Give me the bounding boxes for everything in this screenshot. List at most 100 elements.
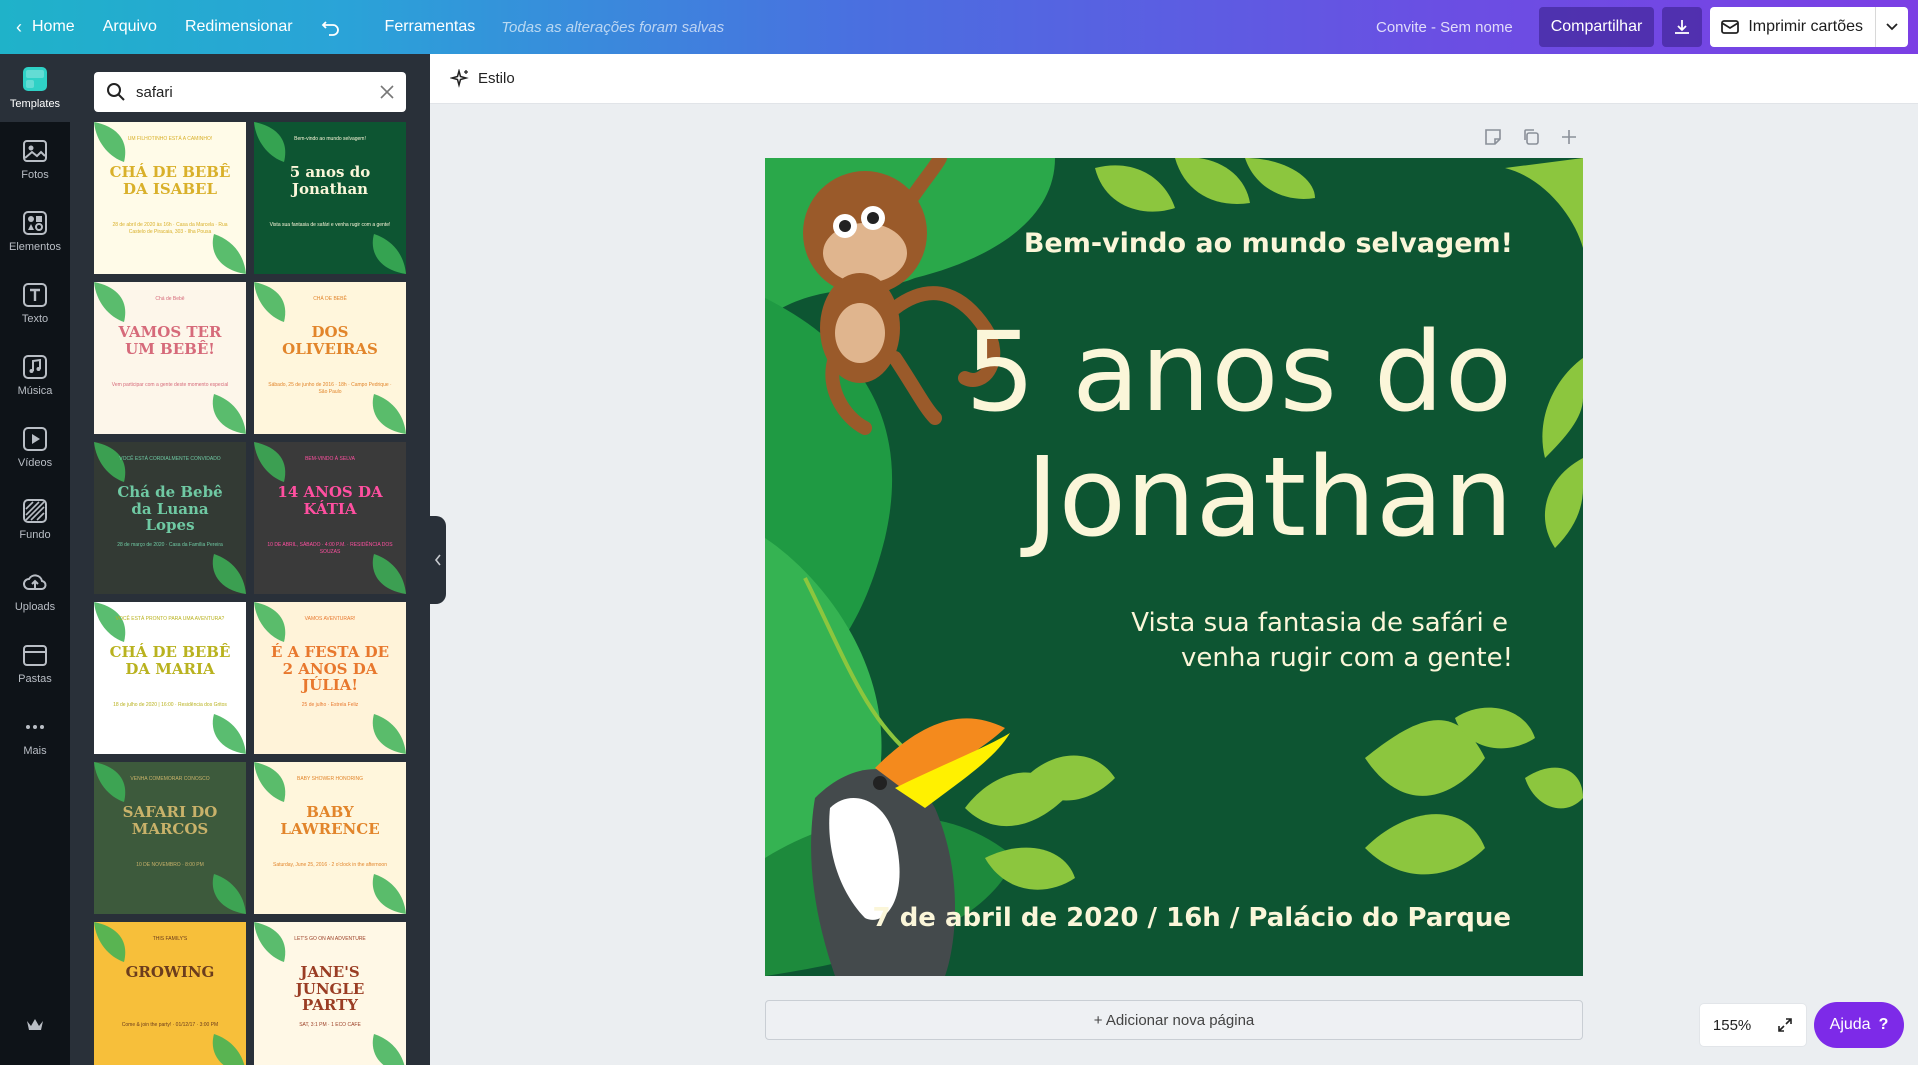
card-date-text[interactable]: 7 de abril de 2020 / 16h / Palácio do Pa… (873, 903, 1511, 933)
template-thumbnail[interactable]: BABY SHOWER HONORING BABY LAWRENCE Saturda… (254, 762, 406, 914)
template-thumbnail[interactable]: VOCÊ ESTÁ PRONTO PARA UMA AVENTURA? CHÁ D… (94, 602, 246, 754)
thumbnail-kicker: VAMOS AVENTURAR! (304, 616, 356, 622)
nav-label: Mais (23, 745, 47, 757)
thumbnail-title: Chá de Bebê da Luana Lopes (117, 483, 223, 534)
home-button[interactable]: ‹ Home (0, 0, 89, 54)
style-button[interactable]: Estilo (450, 68, 515, 89)
premium-crown[interactable] (0, 994, 70, 1062)
crown-icon (27, 1019, 43, 1030)
save-status: Todas as alterações foram salvas (501, 18, 725, 36)
nav-fotos[interactable]: Fotos (0, 126, 70, 194)
template-thumbnail[interactable]: Bem-vindo ao mundo selvagem! 5 anos do Jo… (254, 122, 406, 274)
print-cards-button[interactable]: Imprimir cartões (1710, 7, 1908, 47)
note-icon[interactable] (1484, 128, 1502, 146)
help-label: Ajuda (1829, 1016, 1871, 1033)
ferramentas-menu[interactable]: Ferramentas (371, 0, 490, 54)
chevron-left-icon (434, 554, 441, 566)
thumbnail-kicker: VOCÊ ESTÁ PRONTO PARA UMA AVENTURA? (115, 616, 225, 622)
thumbnail-decoration (254, 762, 406, 914)
card-title-line2[interactable]: Jonathan (1026, 433, 1513, 561)
search-icon (107, 83, 125, 101)
undo-button[interactable] (307, 0, 355, 54)
video-icon (23, 427, 47, 451)
design-canvas[interactable]: Bem-vindo ao mundo selvagem! 5 anos do J… (765, 158, 1583, 976)
thumbnail-decoration (94, 282, 246, 434)
side-nav: Templates Fotos Elementos Texto Música V… (0, 54, 70, 1065)
download-icon (1675, 20, 1690, 34)
print-cards-main[interactable]: Imprimir cartões (1710, 7, 1876, 47)
search-box[interactable] (94, 72, 406, 112)
nav-label: Fundo (19, 529, 51, 541)
print-options-dropdown[interactable] (1876, 7, 1908, 47)
top-bar: ‹ Home Arquivo Redimensionar Ferramentas… (0, 0, 1918, 54)
card-welcome-text[interactable]: Bem-vindo ao mundo selvagem! (1024, 228, 1513, 259)
nav-musica[interactable]: Música (0, 342, 70, 410)
thumbnail-decoration (254, 282, 406, 434)
nav-fundo[interactable]: Fundo (0, 486, 70, 554)
thumbnail-kicker: VOCÊ ESTÁ CORDIALMENTE CONVIDADO (119, 456, 221, 462)
thumbnail-title: 14 ANOS DA KÁTIA (277, 483, 383, 518)
thumbnail-kicker: CHÁ DE BEBÊ (313, 296, 347, 302)
duplicate-icon[interactable] (1522, 128, 1540, 146)
thumbnail-title: CHÁ DE BEBÊ DA MARIA (109, 643, 231, 678)
nav-label: Vídeos (17, 457, 53, 469)
jungle-illustration (765, 158, 1583, 976)
add-icon[interactable] (1560, 128, 1578, 146)
template-thumbnail[interactable]: VAMOS AVENTURAR! É A FESTA DE 2 ANOS DA J… (254, 602, 406, 754)
share-button[interactable]: Compartilhar (1538, 7, 1655, 47)
close-icon[interactable] (380, 85, 394, 99)
nav-templates[interactable]: Templates (0, 54, 70, 122)
text-icon (23, 283, 47, 307)
nav-pastas[interactable]: Pastas (0, 630, 70, 698)
thumbnail-title: GROWING (125, 963, 215, 981)
collapse-panel-button[interactable] (430, 516, 446, 604)
help-button[interactable]: Ajuda ? (1814, 1002, 1904, 1048)
thumbnail-decoration (254, 442, 406, 594)
chevron-left-icon: ‹ (16, 16, 22, 37)
template-thumbnail[interactable]: VOCÊ ESTÁ CORDIALMENTE CONVIDADO Chá de B… (94, 442, 246, 594)
thumbnail-kicker: UM FILHOTINHO ESTÁ A CAMINHO! (127, 136, 213, 142)
card-title-line1[interactable]: 5 anos do (965, 308, 1513, 436)
thumbnail-kicker: BEM-VINDO À SELVA (305, 456, 355, 462)
nav-label: Texto (21, 313, 49, 325)
style-label: Estilo (478, 70, 515, 87)
nav-elementos[interactable]: Elementos (0, 198, 70, 266)
template-thumbnail[interactable]: LET'S GO ON AN ADVENTURE JANE'S JUNGLE PA… (254, 922, 406, 1065)
nav-label: Uploads (14, 601, 56, 613)
zoom-control[interactable]: 155% (1700, 1004, 1806, 1046)
templates-icon (23, 67, 47, 91)
redimensionar-button[interactable]: Redimensionar (171, 0, 307, 54)
fullscreen-icon[interactable] (1777, 1017, 1793, 1033)
home-label: Home (32, 18, 75, 35)
template-thumbnail[interactable]: CHÁ DE BEBÊ DOS OLIVEIRAS Sábado, 25 de ju… (254, 282, 406, 434)
arquivo-menu[interactable]: Arquivo (89, 0, 171, 54)
template-thumbnail[interactable]: THIS FAMILY'S GROWING Come & join the part… (94, 922, 246, 1065)
nav-uploads[interactable]: Uploads (0, 558, 70, 626)
help-icon: ? (1878, 1016, 1889, 1033)
template-thumbnail[interactable]: VENHA COMEMORAR CONOSCO SAFARI DO MARCOS 1… (94, 762, 246, 914)
thumbnail-title: DOS OLIVEIRAS (282, 323, 378, 358)
card-body-line2[interactable]: venha rugir com a gente! (1181, 643, 1513, 673)
nav-label: Música (17, 385, 53, 397)
thumbnail-decoration (94, 762, 246, 914)
nav-videos[interactable]: Vídeos (0, 414, 70, 482)
undo-icon (321, 21, 339, 36)
add-page-button[interactable]: + Adicionar nova página (765, 1000, 1583, 1040)
templates-panel: UM FILHOTINHO ESTÁ A CAMINHO! CHÁ DE BEBÊ… (70, 54, 430, 1065)
thumbnail-details: Vista sua fantasia de safári e venha rug… (269, 222, 391, 228)
nav-texto[interactable]: Texto (0, 270, 70, 338)
template-thumbnail[interactable]: UM FILHOTINHO ESTÁ A CAMINHO! CHÁ DE BEBÊ… (94, 122, 246, 274)
zoom-level[interactable]: 155% (1713, 1017, 1751, 1034)
card-body-line1[interactable]: Vista sua fantasia de safári e (1131, 608, 1508, 638)
template-thumbnail[interactable]: Chá de Bebê VAMOS TER UM BEBÊ! Vem partici… (94, 282, 246, 434)
music-icon (23, 355, 47, 379)
nav-mais[interactable]: Mais (0, 702, 70, 770)
thumbnail-details: 25 de julho · Estrela Feliz (301, 702, 359, 708)
search-input[interactable] (136, 83, 380, 101)
document-name[interactable]: Convite - Sem nome (1376, 19, 1513, 36)
thumbnail-kicker: VENHA COMEMORAR CONOSCO (130, 776, 210, 782)
template-thumbnail[interactable]: BEM-VINDO À SELVA 14 ANOS DA KÁTIA 10 DE A… (254, 442, 406, 594)
folder-icon (23, 645, 47, 666)
background-icon (23, 499, 47, 523)
download-button[interactable] (1662, 7, 1703, 47)
